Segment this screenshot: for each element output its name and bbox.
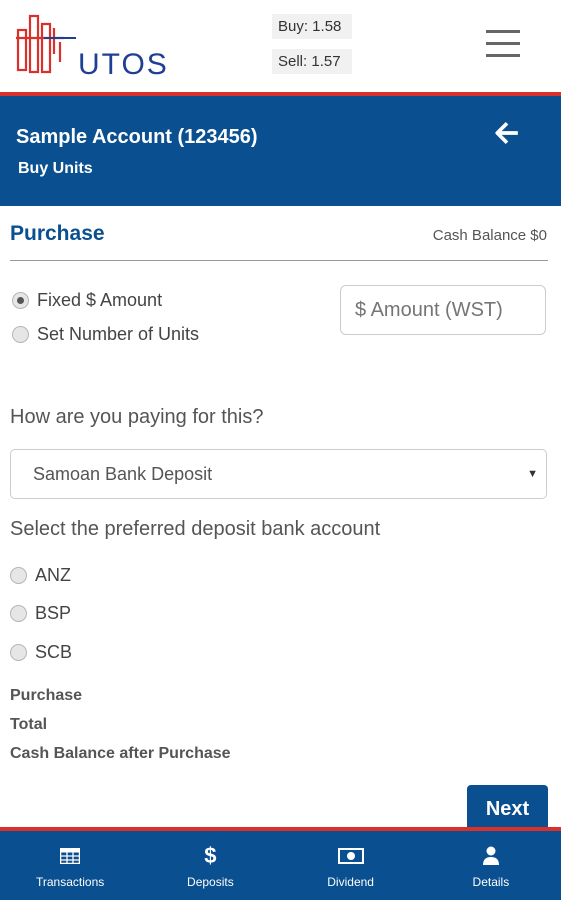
dollar-icon: $ bbox=[204, 843, 217, 868]
account-title: Sample Account (123456) bbox=[16, 126, 258, 148]
nav-details[interactable]: Details bbox=[421, 831, 561, 900]
nav-label: Transactions bbox=[36, 875, 105, 889]
logo-text: UTOS bbox=[78, 48, 169, 81]
summary-total-label: Total bbox=[10, 716, 48, 733]
page-subtitle: Buy Units bbox=[18, 160, 93, 177]
payment-method-select[interactable]: Samoan Bank Deposit ▼ bbox=[10, 449, 547, 499]
nav-transactions[interactable]: Transactions bbox=[0, 831, 140, 900]
nav-deposits[interactable]: $ Deposits bbox=[140, 831, 280, 900]
radio-dot[interactable] bbox=[12, 326, 29, 343]
radio-number-of-units[interactable]: Set Number of Units bbox=[12, 324, 199, 345]
chevron-down-icon: ▼ bbox=[527, 468, 538, 480]
radio-label: Fixed $ Amount bbox=[37, 290, 163, 310]
bottom-nav: Transactions $ Deposits Dividend Details bbox=[0, 831, 561, 900]
nav-dividend[interactable]: Dividend bbox=[281, 831, 421, 900]
arrow-left-icon[interactable] bbox=[494, 120, 520, 146]
section-divider bbox=[10, 260, 548, 261]
radio-fixed-amount[interactable]: Fixed $ Amount bbox=[12, 290, 162, 311]
nav-label: Deposits bbox=[187, 875, 234, 889]
cash-balance: Cash Balance $0 bbox=[432, 227, 547, 244]
payment-question: How are you paying for this? bbox=[10, 406, 264, 428]
purchase-heading: Purchase bbox=[10, 222, 105, 245]
radio-bank-anz[interactable]: ANZ bbox=[10, 565, 71, 586]
bank-label: SCB bbox=[35, 642, 73, 662]
radio-label: Set Number of Units bbox=[37, 324, 200, 344]
user-icon bbox=[482, 845, 500, 867]
radio-bank-bsp[interactable]: BSP bbox=[10, 603, 71, 624]
next-button[interactable]: Next bbox=[467, 785, 548, 833]
money-icon bbox=[337, 845, 364, 867]
radio-dot[interactable] bbox=[10, 644, 27, 661]
summary-purchase-label: Purchase bbox=[10, 687, 83, 704]
radio-dot[interactable] bbox=[10, 605, 27, 622]
account-header: Sample Account (123456) Buy Units bbox=[0, 96, 561, 206]
hamburger-menu-icon[interactable] bbox=[486, 30, 520, 60]
summary-balance-after-label: Cash Balance after Purchase bbox=[10, 745, 231, 762]
nav-label: Dividend bbox=[327, 875, 374, 889]
radio-dot[interactable] bbox=[10, 567, 27, 584]
radio-dot-selected[interactable] bbox=[12, 292, 29, 309]
bank-label: ANZ bbox=[35, 565, 71, 585]
nav-label: Details bbox=[472, 875, 510, 889]
buy-rate: Buy: 1.58 bbox=[272, 14, 352, 39]
selected-payment-method: Samoan Bank Deposit bbox=[33, 464, 213, 484]
utos-logo: UTOS bbox=[16, 14, 167, 81]
exchange-rates: Buy: 1.58 Sell: 1.57 bbox=[272, 14, 352, 84]
top-header: UTOS Buy: 1.58 Sell: 1.57 bbox=[0, 0, 561, 92]
bank-question: Select the preferred deposit bank accoun… bbox=[10, 518, 381, 540]
radio-bank-scb[interactable]: SCB bbox=[10, 642, 72, 663]
amount-input[interactable] bbox=[340, 285, 546, 335]
bank-label: BSP bbox=[35, 603, 72, 623]
sell-rate: Sell: 1.57 bbox=[272, 49, 352, 74]
table-icon bbox=[60, 845, 81, 867]
